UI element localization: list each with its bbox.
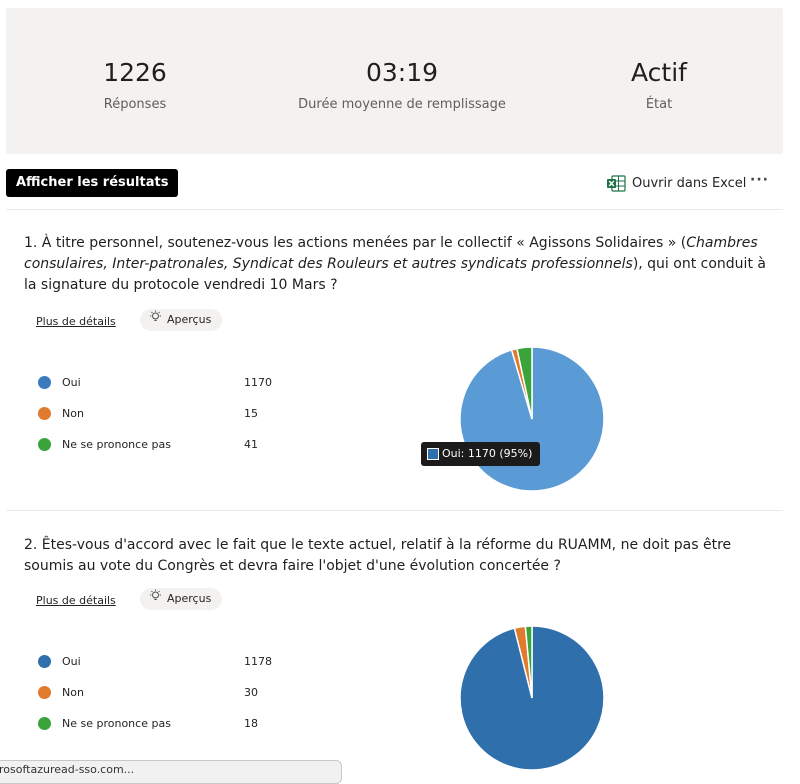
question-text-part: 1. À titre personnel, soutenez-vous les …	[24, 235, 687, 251]
excel-icon	[606, 174, 626, 192]
legend-label: Non	[62, 407, 84, 420]
stat-value: 03:19	[365, 58, 439, 87]
legend-count: 18	[244, 717, 258, 730]
legend-count: 41	[244, 438, 258, 451]
show-results-button[interactable]: Afficher les résultats	[6, 169, 179, 197]
stat-value: 1226	[103, 58, 167, 87]
open-in-excel-button[interactable]: Ouvrir dans Excel	[606, 174, 746, 192]
question-2-text: 2. Êtes-vous d'accord avec le fait que l…	[24, 535, 770, 577]
stat-value: Actif	[631, 58, 687, 87]
question-text-part: 2. Êtes-vous d'accord avec le fait que l…	[24, 537, 732, 574]
more-options-button[interactable]: ···	[750, 172, 769, 188]
pie-chart-question-2[interactable]	[458, 624, 606, 772]
legend-label: Oui	[62, 655, 81, 668]
legend-dot	[38, 686, 51, 699]
insights-button[interactable]: Aperçus	[140, 588, 223, 610]
legend-dot	[38, 717, 51, 730]
stat-average-duration: 03:19 Durée moyenne de remplissage	[262, 58, 542, 112]
legend-count: 30	[244, 686, 258, 699]
stat-responses: 1226 Réponses	[60, 58, 210, 112]
stat-label: Durée moyenne de remplissage	[298, 97, 506, 112]
browser-status-url: rosoftazuread-sso.com...	[0, 760, 342, 784]
stat-label: État	[645, 97, 673, 112]
legend-dot	[38, 376, 51, 389]
stat-state: Actif État	[584, 58, 734, 112]
pie-chart-question-1[interactable]	[458, 345, 606, 493]
tooltip-swatch	[427, 448, 439, 460]
legend-label: Ne se prononce pas	[62, 717, 171, 730]
more-details-link[interactable]: Plus de détails	[36, 315, 116, 328]
legend-count: 1170	[244, 376, 272, 389]
lightbulb-icon	[149, 588, 162, 610]
divider	[6, 510, 783, 511]
insights-label: Aperçus	[167, 313, 212, 326]
tooltip-text: Oui: 1170 (95%)	[442, 447, 533, 460]
more-details-link[interactable]: Plus de détails	[36, 594, 116, 607]
legend-count: 15	[244, 407, 258, 420]
legend-dot	[38, 655, 51, 668]
lightbulb-icon	[149, 309, 162, 331]
insights-button[interactable]: Aperçus	[140, 309, 223, 331]
legend-label: Oui	[62, 376, 81, 389]
question-1-text: 1. À titre personnel, soutenez-vous les …	[24, 233, 770, 296]
stat-label: Réponses	[103, 97, 167, 112]
legend-label: Non	[62, 686, 84, 699]
summary-stats-panel: 1226 Réponses 03:19 Durée moyenne de rem…	[6, 8, 783, 154]
legend-dot	[38, 438, 51, 451]
legend-dot	[38, 407, 51, 420]
legend-count: 1178	[244, 655, 272, 668]
legend-label: Ne se prononce pas	[62, 438, 171, 451]
open-in-excel-label: Ouvrir dans Excel	[632, 175, 747, 191]
chart-tooltip: Oui: 1170 (95%)	[421, 442, 541, 466]
divider	[6, 209, 783, 210]
insights-label: Aperçus	[167, 592, 212, 605]
